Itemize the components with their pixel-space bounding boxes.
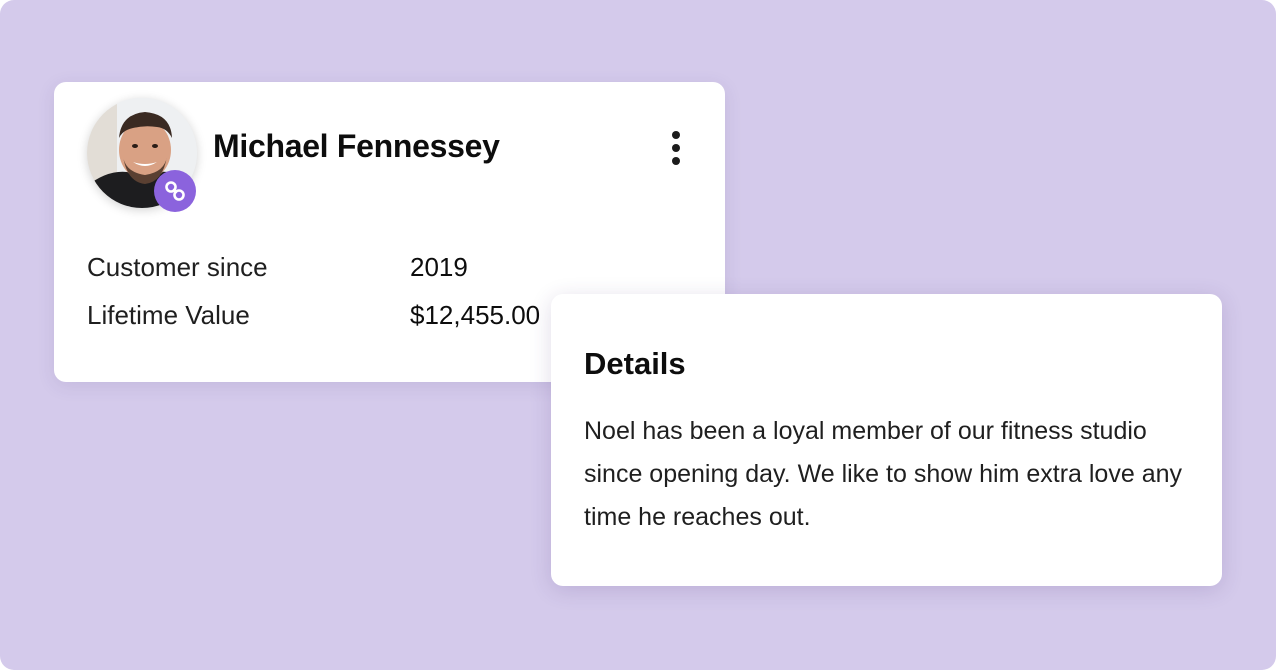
lifetime-value-amount: $12,455.00 bbox=[410, 300, 541, 330]
avatar-container bbox=[87, 98, 197, 212]
kebab-dot bbox=[672, 144, 680, 152]
customer-since-value: 2019 bbox=[410, 252, 468, 282]
customer-name: Michael Fennessey bbox=[213, 128, 500, 164]
customer-since-label: Customer since bbox=[87, 252, 268, 282]
background-canvas: Michael Fennessey Customer since 2019 Li… bbox=[0, 0, 1276, 670]
kebab-dot bbox=[672, 131, 680, 139]
details-text: Noel has been a loyal member of our fitn… bbox=[584, 417, 1182, 531]
link-badge[interactable] bbox=[154, 170, 196, 212]
details-title: Details bbox=[584, 346, 686, 381]
details-card: Details Noel has been a loyal member of … bbox=[551, 294, 1222, 586]
kebab-dot bbox=[672, 157, 680, 165]
kebab-menu-icon[interactable] bbox=[664, 128, 688, 168]
link-icon bbox=[165, 181, 185, 201]
lifetime-value-label: Lifetime Value bbox=[87, 300, 250, 330]
